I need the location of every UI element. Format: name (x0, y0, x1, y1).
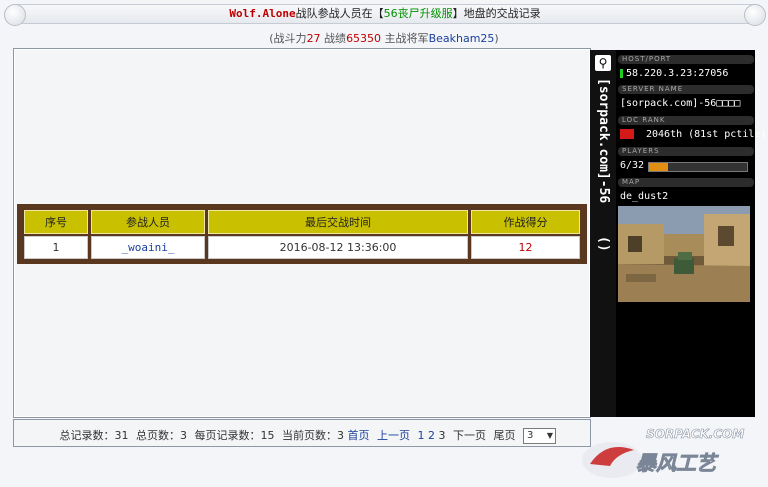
records-table-frame: 序号 参战人员 最后交战时间 作战得分 1 _woaini_ 2016-08-1… (17, 204, 587, 264)
col-score-header: 作战得分 (471, 210, 580, 234)
rank-label: LOC RANK (618, 116, 754, 125)
server-name-link[interactable]: 56丧尸升级服 (384, 7, 453, 20)
per-page: 每页记录数：15 (194, 429, 275, 442)
page-1-link[interactable]: 1 (418, 429, 425, 442)
prev-page-link[interactable]: 上一页 (377, 429, 410, 442)
col-player-header: 参战人员 (91, 210, 205, 234)
map-thumbnail (618, 206, 750, 302)
score-value: 65350 (346, 32, 382, 45)
table-row: 1 _woaini_ 2016-08-12 13:36:00 12 (24, 236, 580, 259)
clan-stats: (战斗力27 战绩65350 主战将军Beakham25) (0, 30, 768, 46)
map-value: de_dust2 (620, 191, 669, 202)
page-select-value: 3 (527, 430, 534, 441)
title-text-end: 】地盘的交战记录 (452, 7, 541, 20)
total-records: 总记录数：31 (59, 429, 129, 442)
server-banner[interactable]: ⚲ [sorpack.com]-56 () HOST/PORT 58.220.3… (590, 50, 766, 417)
pager: 总记录数：31 总页数：3 每页记录数：15 当前页数：3 首页 上一页 1 2… (59, 427, 556, 444)
page-select[interactable]: 3 ▼ (523, 428, 556, 444)
watermark-text: 暴风工艺 (636, 451, 719, 475)
host-label: HOST/PORT (618, 55, 754, 64)
banner-vertical-sub: () (596, 236, 611, 252)
sorpack-watermark: SORPACK.COM 暴风工艺 (576, 420, 764, 484)
clan-name: Wolf.Alone (229, 7, 296, 20)
players-bar (648, 162, 748, 172)
row-player-link[interactable]: _woaini_ (91, 236, 205, 259)
col-time-header: 最后交战时间 (208, 210, 468, 234)
page-2-link[interactable]: 2 (428, 429, 435, 442)
total-pages: 总页数：3 (136, 429, 187, 442)
col-index-header: 序号 (24, 210, 88, 234)
banner-strip: ⚲ [sorpack.com]-56 () (590, 50, 616, 417)
current-page: 当前页数：3 (282, 429, 344, 442)
host-text: 58.220.3.23:27056 (626, 68, 729, 79)
watermark-url: SORPACK.COM (646, 427, 744, 441)
rank-text: 2046th (81st pctile) (646, 129, 767, 140)
row-index: 1 (24, 236, 88, 259)
power-value: 27 (306, 32, 321, 45)
score-label: 战绩 (320, 32, 347, 45)
host-value: 58.220.3.23:27056 (620, 68, 728, 79)
game-icon: ⚲ (595, 55, 611, 71)
pager-bar: 总记录数：31 总页数：3 每页记录数：15 当前页数：3 首页 上一页 1 2… (13, 419, 591, 447)
server-name-value: [sorpack.com]-56□□□□ (620, 98, 741, 109)
last-page-text: 尾页 (493, 429, 516, 442)
records-table: 序号 参战人员 最后交战时间 作战得分 1 _woaini_ 2016-08-1… (21, 208, 583, 261)
stats-open: (战斗力 (269, 32, 307, 45)
title-bar-left-cap (4, 4, 26, 26)
stats-close: ) (494, 32, 499, 45)
title-bar: Wolf.Alone战队参战人员在【56丧尸升级服】地盘的交战记录 (4, 4, 766, 26)
next-page-text: 下一页 (453, 429, 486, 442)
rank-value: 2046th (81st pctile) (620, 129, 766, 140)
banner-vertical-title: [sorpack.com]-56 (596, 78, 611, 204)
table-header-row: 序号 参战人员 最后交战时间 作战得分 (24, 210, 580, 234)
server-name-label: SERVER NAME (618, 85, 754, 94)
map-label: MAP (618, 178, 754, 187)
first-page-link[interactable]: 首页 (348, 429, 370, 442)
title-bar-right-cap (744, 4, 766, 26)
chevron-down-icon: ▼ (546, 431, 553, 440)
players-value: 6/32 (620, 160, 645, 171)
general-name[interactable]: Beakham25 (429, 32, 495, 45)
players-label: PLAYERS (618, 147, 754, 156)
status-online-icon (620, 68, 623, 78)
row-time: 2016-08-12 13:36:00 (208, 236, 468, 259)
row-score: 12 (471, 236, 580, 259)
page-3-current: 3 (438, 429, 446, 442)
players-bar-fill (649, 163, 668, 171)
general-label: 主战将军 (381, 32, 429, 45)
flag-icon (620, 129, 634, 139)
title-text-mid: 战队参战人员在【 (295, 7, 384, 20)
